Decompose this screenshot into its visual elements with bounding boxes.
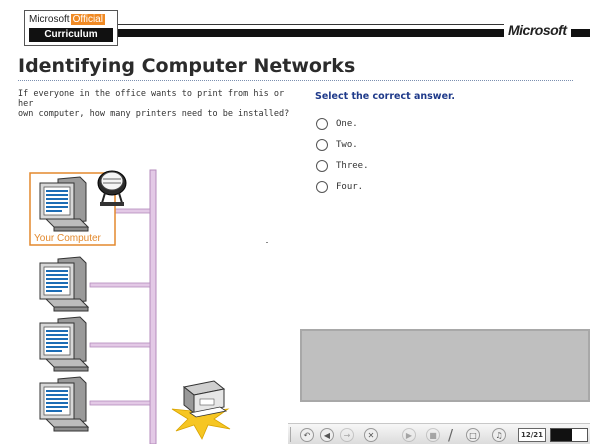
back-icon[interactable]: ↶ xyxy=(300,428,314,442)
logo-microsoft-text: Microsoft xyxy=(29,14,70,25)
your-computer-label: Your Computer xyxy=(34,233,102,244)
answer-option-four[interactable]: Four. xyxy=(316,180,406,194)
stop-icon[interactable]: ■ xyxy=(426,428,440,442)
stray-dot xyxy=(266,242,268,243)
answer-option-three[interactable]: Three. xyxy=(316,159,406,173)
comment-icon[interactable]: □ xyxy=(466,428,480,442)
network-diagram: Your Computer xyxy=(29,169,231,444)
radio-button[interactable] xyxy=(316,181,328,193)
question-line-1: If everyone in the office wants to print… xyxy=(18,89,285,109)
radio-button[interactable] xyxy=(316,139,328,151)
answer-option-one[interactable]: One. xyxy=(316,117,406,131)
computer-icon xyxy=(39,256,89,312)
answer-option-two[interactable]: Two. xyxy=(316,138,406,152)
radio-button[interactable] xyxy=(316,118,328,130)
radio-button[interactable] xyxy=(316,160,328,172)
computer-icon xyxy=(39,316,89,372)
network-branch xyxy=(89,282,151,288)
player-toolbar: ↶ ◀ → ✕ ▶ ■ / □ ♫ 12/21 xyxy=(288,423,590,444)
logo-official-text: Official xyxy=(70,14,105,25)
question-line-2: own computer, how many printers need to … xyxy=(18,109,290,119)
title-divider xyxy=(18,80,573,81)
home-icon[interactable]: ◀ xyxy=(320,428,334,442)
page-title: Identifying Computer Networks xyxy=(18,55,356,77)
answer-option-label[interactable]: Three. xyxy=(336,161,369,171)
pen-icon[interactable]: / xyxy=(448,426,453,444)
microsoft-logo: Microsoft xyxy=(508,22,567,38)
header-bar-end xyxy=(571,29,590,37)
logo-curriculum-text: Curriculum xyxy=(29,28,113,42)
close-icon[interactable]: ✕ xyxy=(364,428,378,442)
network-branch xyxy=(89,342,151,348)
play-icon[interactable]: ▶ xyxy=(402,428,416,442)
header-bar xyxy=(118,29,504,37)
progress-bar xyxy=(550,428,588,442)
network-branch xyxy=(89,400,151,406)
printer-icon xyxy=(171,380,231,440)
feedback-panel xyxy=(300,329,590,402)
microsoft-official-curriculum-logo: Microsoft Official Curriculum xyxy=(24,10,118,46)
audio-icon[interactable]: ♫ xyxy=(492,428,506,442)
toolbar-separator xyxy=(290,427,291,442)
answer-option-label[interactable]: One. xyxy=(336,119,358,129)
forward-icon[interactable]: → xyxy=(340,428,354,442)
computer-icon xyxy=(39,376,89,432)
question-text: If everyone in the office wants to print… xyxy=(18,89,298,119)
header-rule xyxy=(118,24,504,25)
instruction-text: Select the correct answer. xyxy=(315,91,455,102)
page-counter: 12/21 xyxy=(518,428,546,442)
answer-option-label[interactable]: Two. xyxy=(336,140,358,150)
network-bus xyxy=(149,169,157,444)
answer-option-label[interactable]: Four. xyxy=(336,182,363,192)
progress-fill xyxy=(551,429,572,441)
